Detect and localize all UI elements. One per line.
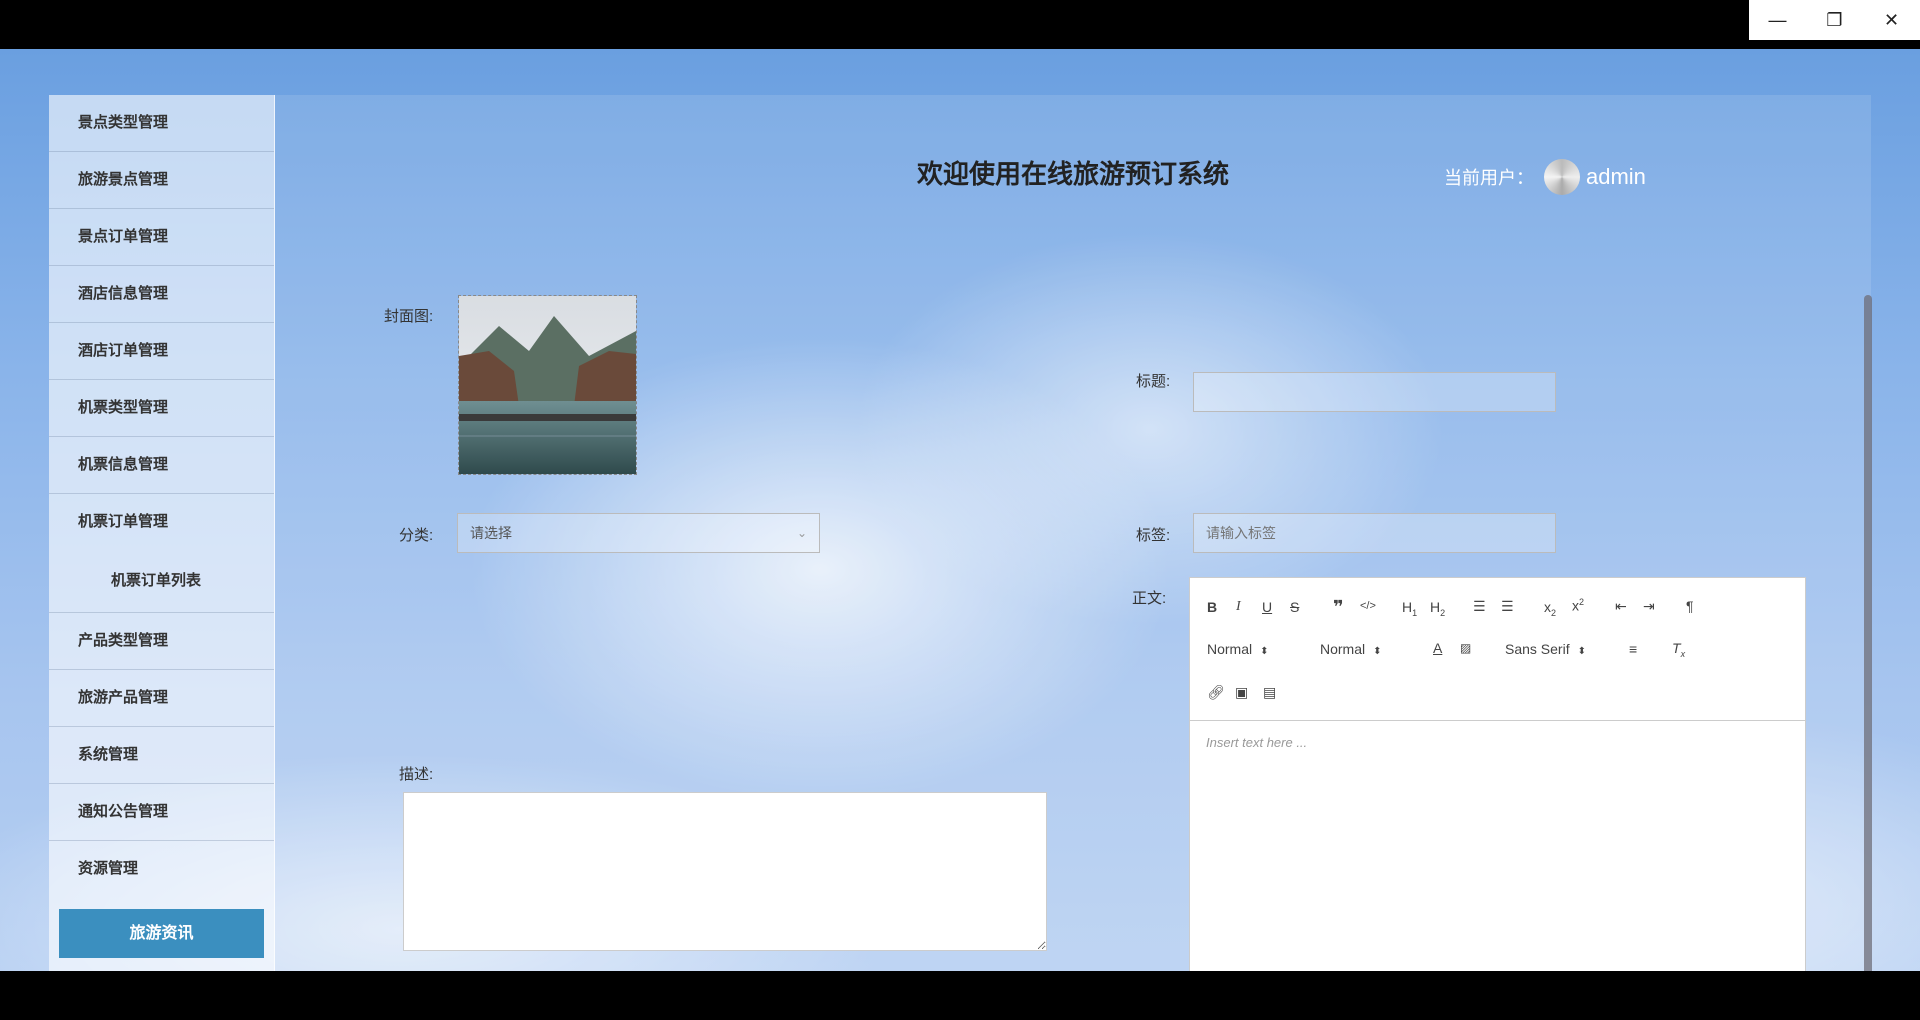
- category-select[interactable]: 请选择 ⌄: [457, 513, 820, 553]
- sidebar-subitem-ticket-order-list[interactable]: 机票订单列表: [49, 550, 274, 613]
- underline-icon[interactable]: U: [1262, 599, 1272, 615]
- background-color-icon[interactable]: ▨: [1460, 641, 1471, 655]
- window-titlebar: — ❐ ✕: [0, 0, 1920, 49]
- outdent-icon[interactable]: ⇤: [1615, 598, 1627, 615]
- desc-label: 描述:: [399, 766, 434, 783]
- sidebar-item-travel-news[interactable]: 旅游资讯: [59, 909, 264, 958]
- sidebar-item-ticket-type[interactable]: 机票类型管理: [49, 380, 274, 437]
- page-title: 欢迎使用在线旅游预订系统: [917, 159, 1230, 189]
- content-label: 正文:: [1132, 590, 1167, 607]
- editor-toolbar: B I U S ❞ </> H1 H2 ☰ ☰ x2 x2 ⇤ ⇥ ¶ Norm…: [1190, 578, 1805, 721]
- page-viewport: 景点类型管理 旅游景点管理 景点订单管理 酒店信息管理 酒店订单管理 机票类型管…: [0, 49, 1920, 971]
- cover-image: [459, 296, 636, 474]
- close-button[interactable]: ✕: [1863, 0, 1920, 40]
- font-family-select[interactable]: Sans Serif ⬍: [1505, 641, 1586, 657]
- sidebar-item-scenic-type[interactable]: 景点类型管理: [49, 95, 274, 152]
- align-icon[interactable]: ≡: [1629, 641, 1637, 657]
- tags-input[interactable]: [1193, 513, 1556, 553]
- h2-icon[interactable]: H2: [1430, 599, 1445, 618]
- sidebar-item-product-type[interactable]: 产品类型管理: [49, 613, 274, 670]
- h1-icon[interactable]: H1: [1402, 599, 1417, 618]
- chevron-down-icon: ⌄: [796, 526, 807, 540]
- desc-textarea[interactable]: [403, 792, 1047, 951]
- cover-label: 封面图:: [384, 308, 434, 325]
- blockquote-icon[interactable]: ❞: [1333, 597, 1344, 618]
- link-icon[interactable]: 🔗︎: [1207, 684, 1225, 701]
- cover-image-upload[interactable]: [458, 295, 637, 475]
- italic-icon[interactable]: I: [1236, 599, 1241, 615]
- bullet-list-icon[interactable]: ☰: [1501, 598, 1514, 615]
- superscript-icon[interactable]: x2: [1572, 597, 1584, 614]
- sidebar-item-system[interactable]: 系统管理: [49, 727, 274, 784]
- bold-icon[interactable]: B: [1207, 599, 1217, 615]
- rtl-direction-icon[interactable]: ¶: [1686, 598, 1694, 614]
- rich-text-editor: B I U S ❞ </> H1 H2 ☰ ☰ x2 x2 ⇤ ⇥ ¶ Norm…: [1189, 577, 1806, 971]
- restore-button[interactable]: ❐: [1806, 0, 1863, 40]
- strike-icon[interactable]: S: [1290, 599, 1299, 615]
- sidebar-item-hotel-order[interactable]: 酒店订单管理: [49, 323, 274, 380]
- category-value: 请选择: [470, 525, 512, 541]
- minimize-button[interactable]: —: [1749, 0, 1806, 40]
- sidebar-item-scenic-spot[interactable]: 旅游景点管理: [49, 152, 274, 209]
- avatar[interactable]: [1544, 159, 1580, 195]
- page-scrollbar[interactable]: [1864, 295, 1872, 971]
- sidebar-item-ticket-info[interactable]: 机票信息管理: [49, 437, 274, 494]
- title-input[interactable]: [1193, 372, 1556, 412]
- sidebar-item-resource[interactable]: 资源管理: [49, 841, 274, 897]
- editor-body[interactable]: Insert text here ...: [1190, 721, 1805, 764]
- sidebar-item-notice[interactable]: 通知公告管理: [49, 784, 274, 841]
- font-color-icon[interactable]: A: [1433, 640, 1442, 656]
- current-user: 当前用户： admin: [1444, 159, 1646, 195]
- video-icon[interactable]: ▤: [1263, 684, 1276, 701]
- subscript-icon[interactable]: x2: [1544, 599, 1556, 618]
- code-block-icon[interactable]: </>: [1360, 600, 1376, 612]
- sidebar-item-hotel-info[interactable]: 酒店信息管理: [49, 266, 274, 323]
- sidebar-item-scenic-order[interactable]: 景点订单管理: [49, 209, 274, 266]
- sidebar-item-ticket-order[interactable]: 机票订单管理: [49, 494, 274, 550]
- ordered-list-icon[interactable]: ☰: [1473, 598, 1486, 615]
- image-icon[interactable]: ▣: [1235, 684, 1248, 701]
- sidebar-item-product[interactable]: 旅游产品管理: [49, 670, 274, 727]
- tags-label: 标签:: [1136, 527, 1171, 544]
- clear-format-icon[interactable]: Tx: [1672, 640, 1685, 659]
- title-label: 标题:: [1136, 373, 1171, 390]
- user-label: 当前用户：: [1444, 168, 1534, 188]
- sidebar: 景点类型管理 旅游景点管理 景点订单管理 酒店信息管理 酒店订单管理 机票类型管…: [49, 95, 275, 971]
- indent-icon[interactable]: ⇥: [1643, 598, 1655, 615]
- bottom-bar: [0, 971, 1920, 1020]
- window-controls: — ❐ ✕: [1749, 0, 1920, 40]
- header-select[interactable]: Normal ⬍: [1207, 641, 1269, 657]
- user-name[interactable]: admin: [1586, 164, 1646, 190]
- category-label: 分类:: [399, 527, 434, 544]
- size-select[interactable]: Normal ⬍: [1320, 641, 1382, 657]
